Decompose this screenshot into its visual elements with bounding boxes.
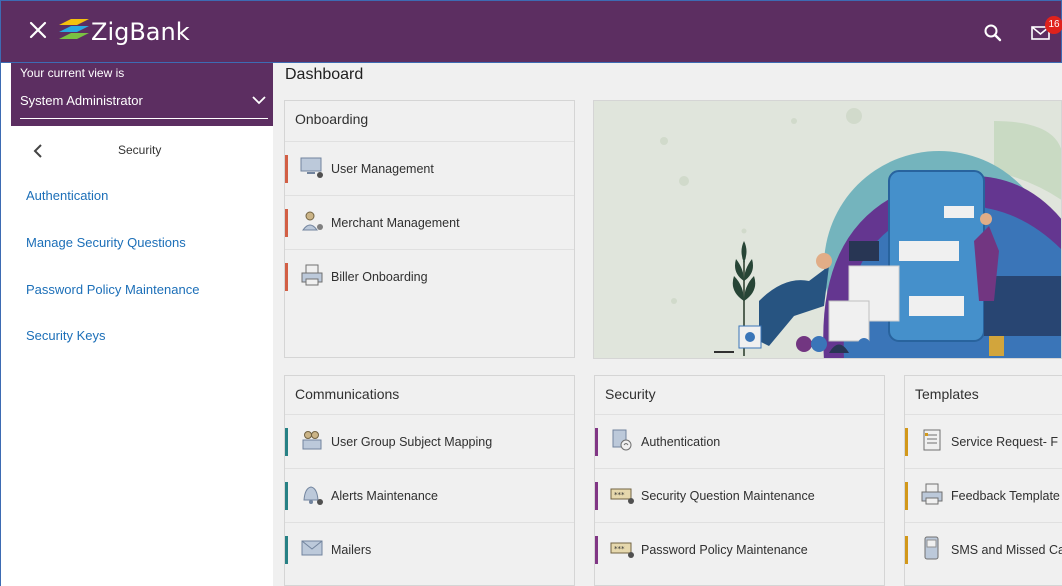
form-icon (923, 429, 941, 451)
current-view-select[interactable]: System Administrator (20, 89, 268, 119)
tile-authentication[interactable]: Authentication (595, 414, 884, 468)
password-field-icon: *** (610, 488, 634, 504)
password-field-icon: *** (610, 542, 634, 558)
sidebar-link-security-keys[interactable]: Security Keys (26, 328, 105, 343)
tile-mailers[interactable]: Mailers (285, 522, 574, 576)
chevron-left-icon[interactable] (33, 144, 43, 158)
notification-badge: 16 (1045, 16, 1062, 34)
sidebar: Your current view is System Administrato… (0, 63, 274, 586)
tile-merchant-management[interactable]: Merchant Management (285, 195, 574, 249)
card-title: Onboarding (295, 111, 369, 127)
section-header: Security (11, 141, 274, 163)
bell-icon (303, 486, 323, 505)
fingerprint-icon (612, 429, 632, 451)
printer-icon (301, 264, 323, 286)
tile-password-policy-maintenance[interactable]: *** Password Policy Maintenance (595, 522, 884, 576)
communications-card: Communications User Group Subject Mappin… (284, 375, 575, 586)
current-view-panel: Your current view is System Administrato… (11, 63, 274, 126)
card-title: Templates (915, 386, 979, 402)
card-title: Communications (295, 386, 400, 402)
dashboard-illustration (593, 100, 1062, 359)
page-title: Dashboard (285, 66, 364, 83)
security-card: Security Authentication *** Security Que… (594, 375, 885, 586)
tile-biller-onboarding[interactable]: Biller Onboarding (285, 249, 574, 303)
close-icon[interactable] (27, 19, 49, 41)
tile-sms-missed-call[interactable]: SMS and Missed Ca (905, 522, 1062, 576)
onboarding-card: Onboarding User Management Merchant Mana… (284, 100, 575, 358)
svg-text:***: *** (614, 491, 625, 499)
section-title: Security (118, 143, 162, 157)
illustration-image (660, 108, 1061, 358)
zigbank-logo[interactable] (57, 17, 91, 43)
current-view-label: Your current view is (20, 66, 125, 80)
tile-security-question-maintenance[interactable]: *** Security Question Maintenance (595, 468, 884, 522)
card-title: Security (605, 386, 656, 402)
brand-name: ZigBank (91, 18, 190, 46)
dashboard-content: Dashboard Onboarding User Management Mer… (273, 63, 1062, 586)
sidebar-link-authentication[interactable]: Authentication (26, 188, 108, 203)
top-bar: ZigBank 16 (0, 0, 1062, 63)
tile-service-request-form[interactable]: Service Request- F (905, 414, 1062, 468)
sidebar-link-password-policy[interactable]: Password Policy Maintenance (26, 282, 199, 297)
merchant-icon (302, 211, 323, 231)
current-view-value: System Administrator (20, 93, 143, 108)
tile-user-management[interactable]: User Management (285, 141, 574, 195)
chevron-down-icon (252, 96, 266, 105)
tile-feedback-template[interactable]: Feedback Template (905, 468, 1062, 522)
search-icon[interactable] (983, 23, 1003, 43)
sms-icon (924, 536, 939, 560)
group-icon (302, 431, 322, 450)
printer-icon (921, 483, 943, 505)
tile-alerts-maintenance[interactable]: Alerts Maintenance (285, 468, 574, 522)
sidebar-link-manage-security-questions[interactable]: Manage Security Questions (26, 235, 186, 250)
mail-icon (301, 540, 323, 556)
svg-text:***: *** (614, 545, 625, 553)
tile-user-group-subject-mapping[interactable]: User Group Subject Mapping (285, 414, 574, 468)
monitor-user-icon (300, 157, 323, 178)
templates-card: Templates Service Request- F Feedback Te… (904, 375, 1062, 586)
